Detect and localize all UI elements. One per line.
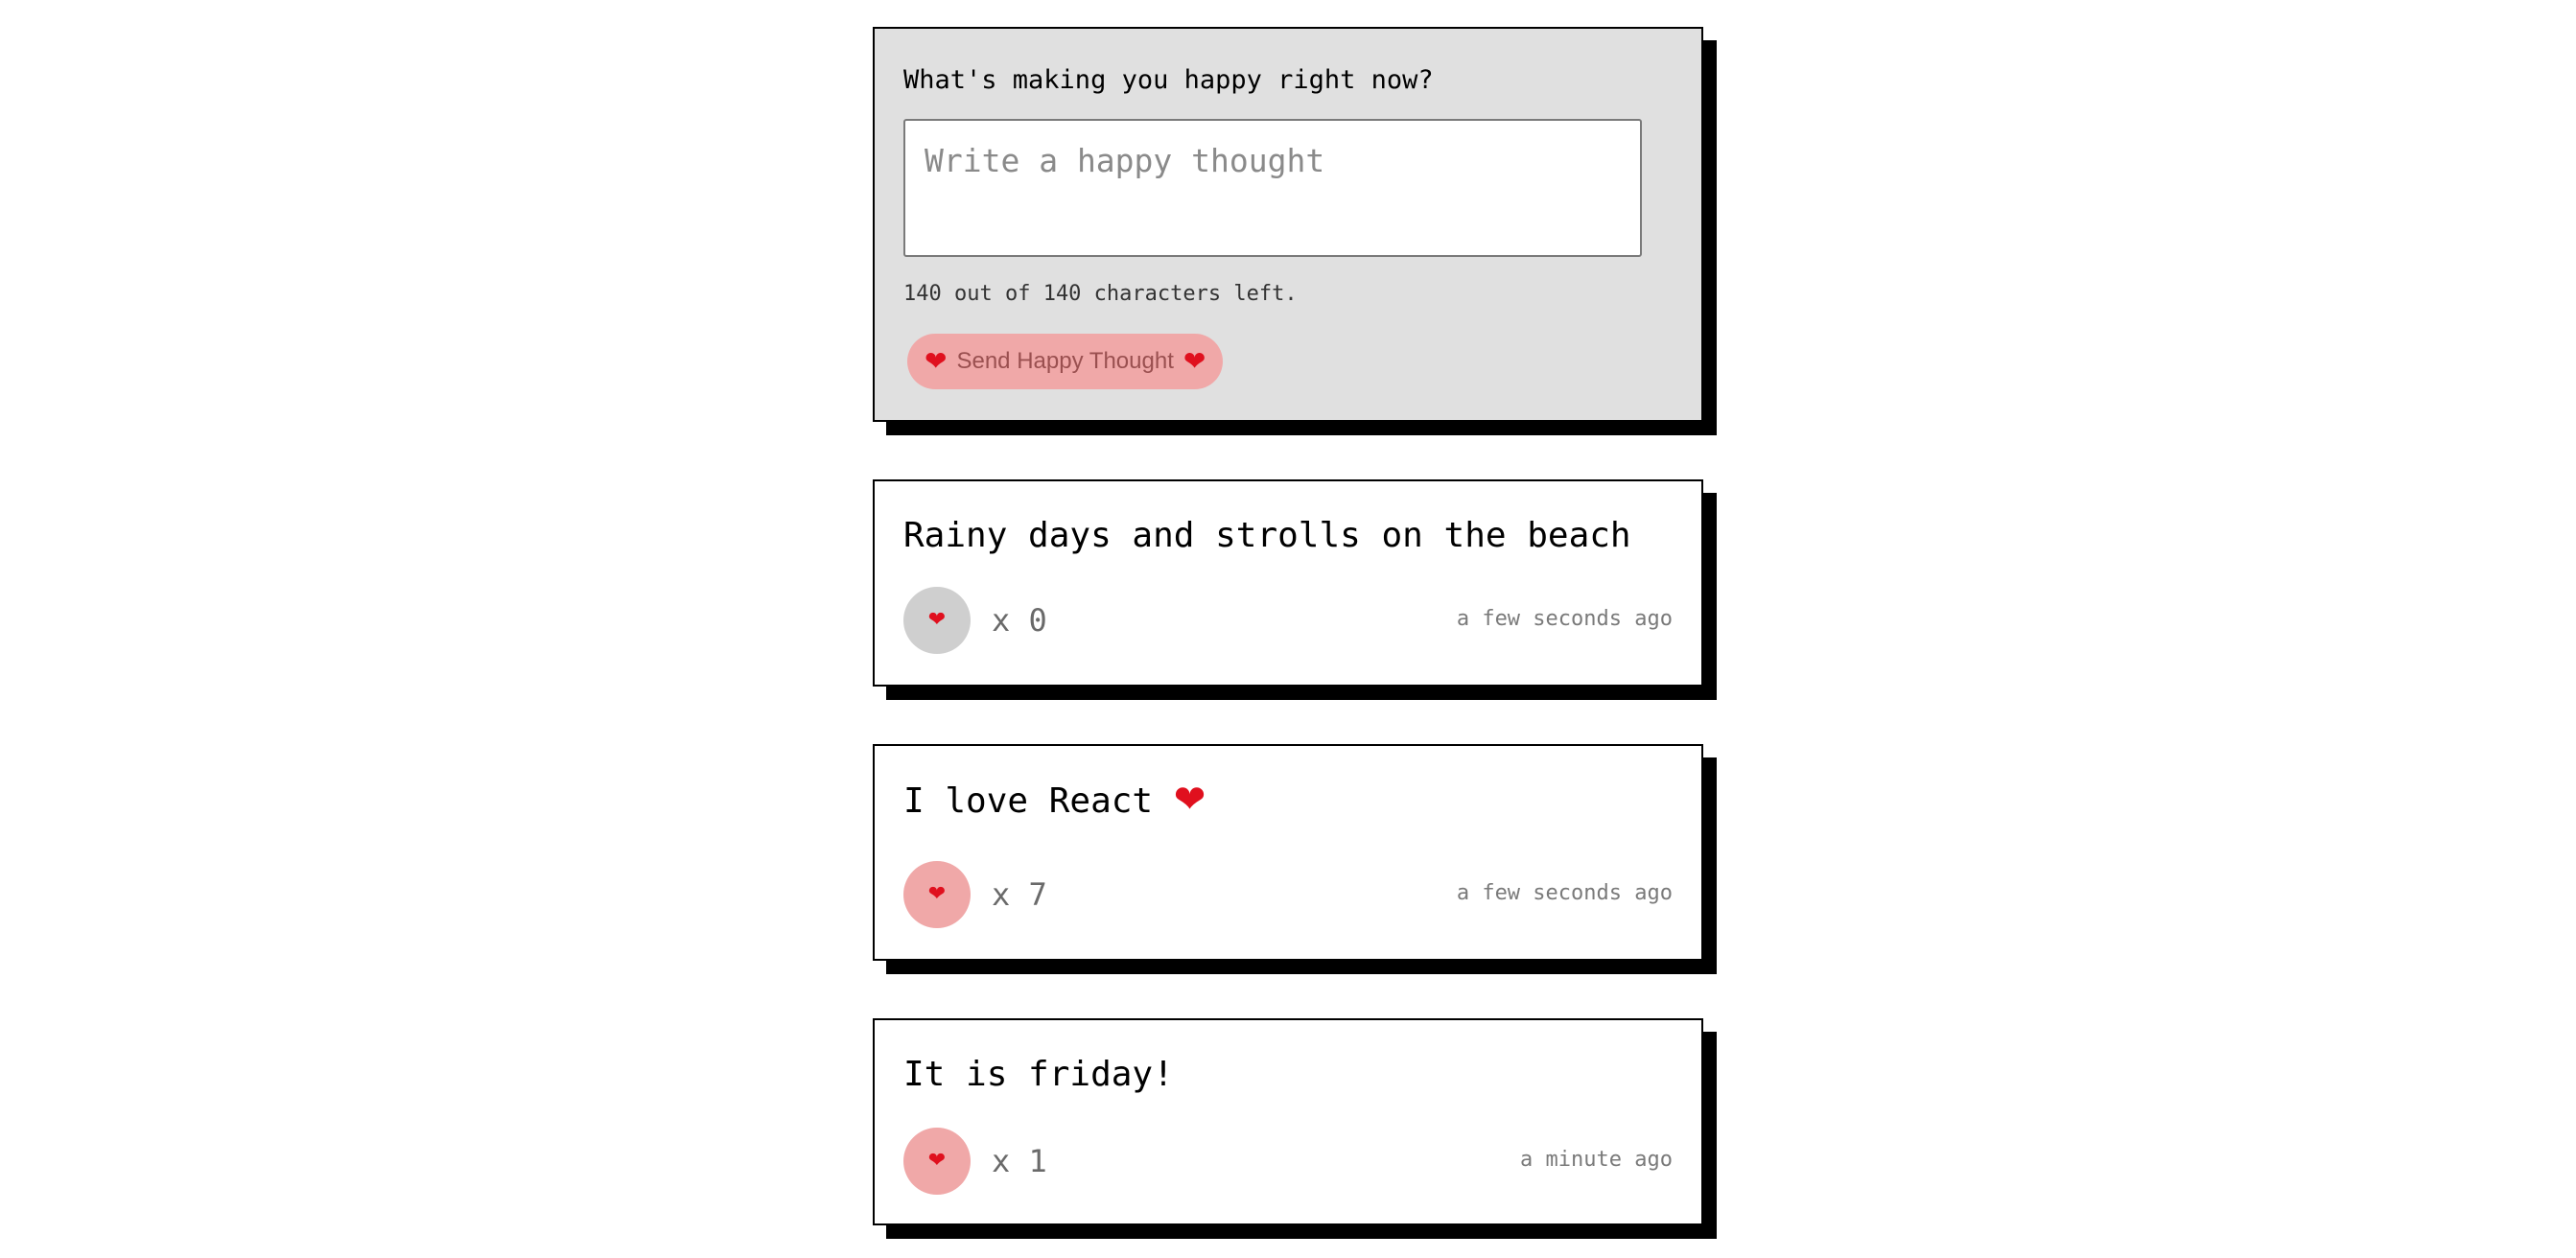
thought-form: What's making you happy right now? 140 o… (873, 27, 1703, 422)
like-row: ❤ x 1 (903, 1128, 1047, 1195)
timestamp: a minute ago (1520, 1148, 1673, 1172)
heart-icon: ❤ (925, 345, 948, 377)
like-button[interactable]: ❤ (903, 861, 971, 928)
like-count: x 0 (992, 602, 1047, 639)
thought-input[interactable] (903, 119, 1642, 257)
thought-message: Rainy days and strolls on the beach (903, 516, 1631, 555)
timestamp: a few seconds ago (1456, 607, 1673, 631)
send-happy-thought-button[interactable]: ❤ Send Happy Thought ❤ (907, 334, 1224, 389)
like-row: ❤ x 7 (903, 861, 1047, 928)
thought-card: Rainy days and strolls on the beach ❤ x … (873, 479, 1703, 687)
like-row: ❤ x 0 (903, 587, 1047, 654)
like-button[interactable]: ❤ (903, 1128, 971, 1195)
like-button[interactable]: ❤ (903, 587, 971, 654)
heart-icon: ❤ (927, 1149, 947, 1173)
send-button-label: Send Happy Thought (956, 348, 1174, 374)
heart-icon: ❤ (927, 882, 947, 906)
like-count: x 1 (992, 1143, 1047, 1179)
thought-card: I love React ❤ ❤ x 7 a few seconds ago (873, 744, 1703, 961)
thought-message: I love React ❤ (903, 778, 1206, 822)
heart-icon: ❤ (1183, 345, 1206, 377)
timestamp: a few seconds ago (1456, 881, 1673, 905)
character-counter: 140 out of 140 characters left. (903, 282, 1298, 306)
happy-thoughts-app: What's making you happy right now? 140 o… (0, 0, 2576, 1258)
heart-icon: ❤ (927, 608, 947, 632)
form-title: What's making you happy right now? (903, 65, 1434, 95)
like-count: x 7 (992, 876, 1047, 913)
thought-message: It is friday! (903, 1055, 1174, 1094)
thought-card: It is friday! ❤ x 1 a minute ago (873, 1018, 1703, 1225)
heart-icon: ❤ (1173, 778, 1206, 822)
